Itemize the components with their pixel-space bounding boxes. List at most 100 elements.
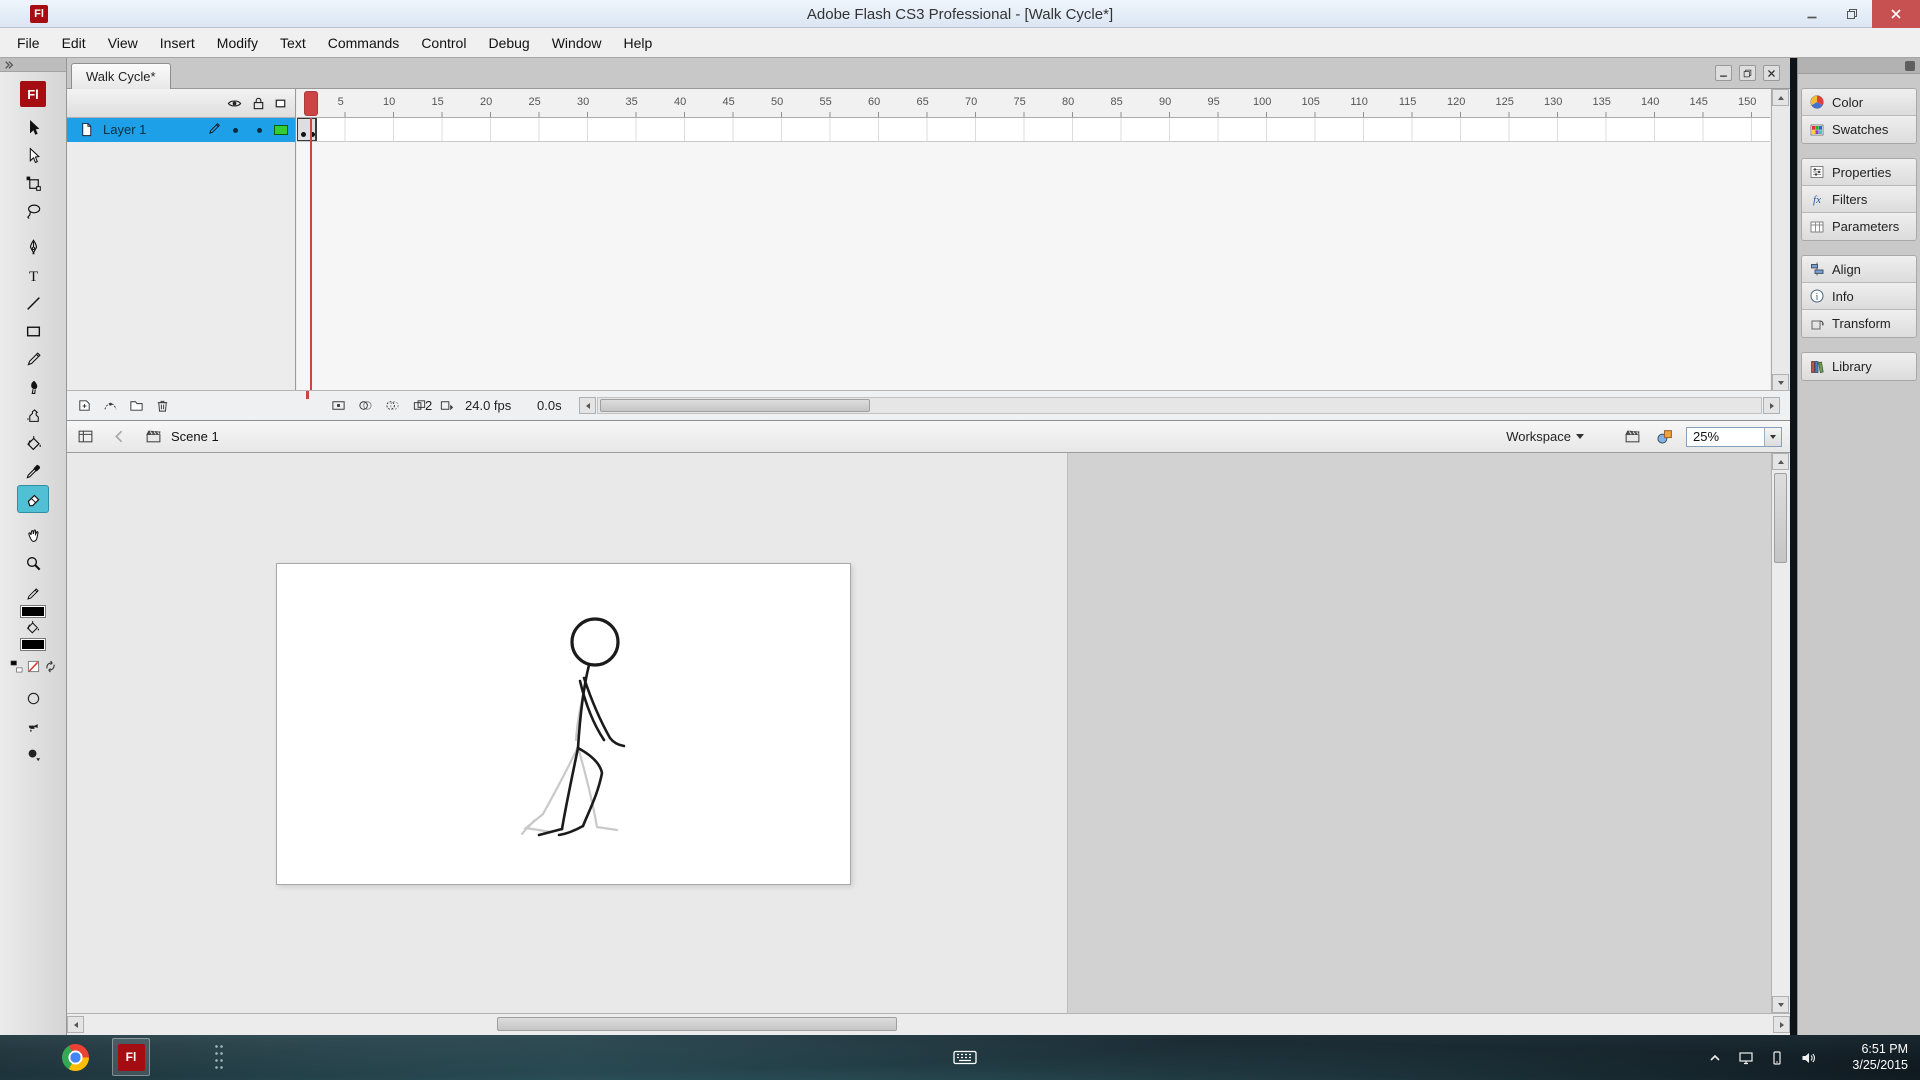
free-transform-tool[interactable] — [17, 169, 49, 197]
taskbar-clock[interactable]: 6:51 PM 3/25/2015 — [1852, 1041, 1908, 1073]
outline-layers-icon[interactable] — [273, 96, 289, 112]
timeline-playhead[interactable] — [304, 91, 318, 116]
fill-color-swatch[interactable] — [20, 638, 46, 651]
tray-speaker-icon[interactable] — [1799, 1049, 1816, 1066]
edit-symbols-button[interactable] — [1654, 427, 1674, 447]
minimize-button[interactable] — [1792, 0, 1832, 28]
back-arrow-icon[interactable] — [109, 427, 129, 447]
stage-hscroll-thumb[interactable] — [497, 1017, 897, 1031]
tray-monitor-icon[interactable] — [1737, 1049, 1754, 1066]
stage-scroll-down-button[interactable] — [1772, 996, 1789, 1013]
keyframe-span[interactable] — [297, 118, 317, 141]
menu-window[interactable]: Window — [541, 28, 613, 57]
tools-panel-collapse[interactable] — [0, 58, 66, 72]
stage-drawing-walk-figure[interactable] — [277, 564, 852, 886]
taskbar-grip-handle[interactable] — [214, 1043, 224, 1072]
timeline-ruler[interactable]: 5101520253035404550556065707580859095100… — [297, 89, 1770, 118]
faucet-option[interactable] — [24, 717, 42, 735]
touch-keyboard-button[interactable] — [944, 1043, 986, 1072]
menu-commands[interactable]: Commands — [317, 28, 411, 57]
panel-item-filters[interactable]: fxFilters — [1802, 186, 1916, 213]
onion-skin-button[interactable] — [356, 396, 375, 415]
zoom-level-combobox[interactable]: 25% — [1686, 427, 1782, 447]
menu-help[interactable]: Help — [613, 28, 664, 57]
panel-item-align[interactable]: Align — [1802, 256, 1916, 283]
no-color-button[interactable] — [27, 660, 40, 673]
doc-close-button[interactable] — [1763, 65, 1780, 81]
eraser-shape-option[interactable] — [24, 745, 42, 763]
ink-bottle-tool[interactable] — [17, 401, 49, 429]
stage-scroll-right-button[interactable] — [1773, 1016, 1790, 1033]
timeline-horizontal-scrollbar[interactable] — [597, 397, 1762, 414]
close-button[interactable] — [1872, 0, 1920, 28]
timeline-toggle-icon[interactable] — [75, 427, 95, 447]
panel-item-library[interactable]: Library — [1802, 353, 1916, 380]
tray-phone-icon[interactable] — [1768, 1049, 1785, 1066]
menu-file[interactable]: File — [6, 28, 51, 57]
doc-minimize-button[interactable] — [1715, 65, 1732, 81]
insert-layer-folder-button[interactable] — [127, 396, 146, 415]
onion-skin-outlines-button[interactable] — [383, 396, 402, 415]
layer-row-layer1[interactable]: Layer 1 — [67, 118, 295, 142]
document-tab[interactable]: Walk Cycle* — [71, 63, 171, 89]
menu-view[interactable]: View — [97, 28, 149, 57]
center-frame-button[interactable] — [329, 396, 348, 415]
scroll-up-button[interactable] — [1772, 89, 1789, 106]
menu-debug[interactable]: Debug — [477, 28, 540, 57]
layer-unlocked-dot[interactable] — [257, 128, 262, 133]
layer-frames-row[interactable] — [297, 118, 1770, 142]
layer-visible-dot[interactable] — [233, 128, 238, 133]
timeline-scroll-right-button[interactable] — [1763, 397, 1780, 414]
tray-chevron-up-icon[interactable] — [1706, 1049, 1723, 1066]
timeline-vertical-scrollbar[interactable] — [1771, 89, 1790, 391]
workspace-menu[interactable]: Workspace — [1506, 429, 1584, 444]
modify-onion-markers-button[interactable] — [437, 396, 456, 415]
stage-vertical-scrollbar[interactable] — [1771, 453, 1790, 1013]
timeline-scroll-thumb[interactable] — [600, 399, 870, 412]
line-tool[interactable] — [17, 289, 49, 317]
timeline-scroll-left-button[interactable] — [579, 397, 596, 414]
menu-modify[interactable]: Modify — [206, 28, 269, 57]
paint-bucket-tool[interactable] — [17, 429, 49, 457]
dock-options-icon[interactable] — [1905, 61, 1915, 71]
doc-restore-button[interactable] — [1739, 65, 1756, 81]
zoom-dropdown-button[interactable] — [1764, 428, 1781, 446]
frame-rate-indicator[interactable]: 24.0 fps — [465, 398, 511, 413]
stage-scroll-left-button[interactable] — [67, 1016, 84, 1033]
menu-edit[interactable]: Edit — [51, 28, 97, 57]
layer-outline-color-swatch[interactable] — [274, 125, 288, 135]
panel-item-info[interactable]: iInfo — [1802, 283, 1916, 310]
scene-name-label[interactable]: Scene 1 — [171, 429, 219, 444]
brush-tool[interactable] — [17, 373, 49, 401]
selection-tool[interactable] — [17, 113, 49, 141]
swap-colors-button[interactable] — [44, 660, 57, 673]
panel-item-swatches[interactable]: Swatches — [1802, 116, 1916, 143]
lasso-tool[interactable] — [17, 197, 49, 225]
layer-name[interactable]: Layer 1 — [103, 122, 146, 137]
menu-text[interactable]: Text — [269, 28, 317, 57]
stage-canvas[interactable] — [276, 563, 851, 885]
default-colors-button[interactable] — [10, 660, 23, 673]
panel-item-transform[interactable]: Transform — [1802, 310, 1916, 337]
text-tool[interactable]: T — [17, 261, 49, 289]
pen-tool[interactable] — [17, 233, 49, 261]
hand-tool[interactable] — [17, 521, 49, 549]
menu-insert[interactable]: Insert — [149, 28, 206, 57]
panel-item-parameters[interactable]: Parameters — [1802, 213, 1916, 240]
edit-scene-button[interactable] — [1622, 427, 1642, 447]
delete-layer-button[interactable] — [153, 396, 172, 415]
rectangle-tool[interactable] — [17, 317, 49, 345]
restore-button[interactable] — [1832, 0, 1872, 28]
stage-vscroll-thumb[interactable] — [1774, 473, 1787, 563]
subselection-tool[interactable] — [17, 141, 49, 169]
eyedropper-tool[interactable] — [17, 457, 49, 485]
stroke-color-swatch[interactable] — [20, 605, 46, 618]
insert-layer-button[interactable] — [75, 396, 94, 415]
scroll-down-button[interactable] — [1772, 374, 1789, 391]
panel-item-properties[interactable]: Properties — [1802, 159, 1916, 186]
zoom-tool[interactable] — [17, 549, 49, 577]
eraser-tool[interactable] — [17, 485, 49, 513]
taskbar-app-flash[interactable]: Fl — [112, 1038, 150, 1076]
menu-control[interactable]: Control — [410, 28, 477, 57]
taskbar-app-chrome[interactable] — [56, 1038, 94, 1076]
